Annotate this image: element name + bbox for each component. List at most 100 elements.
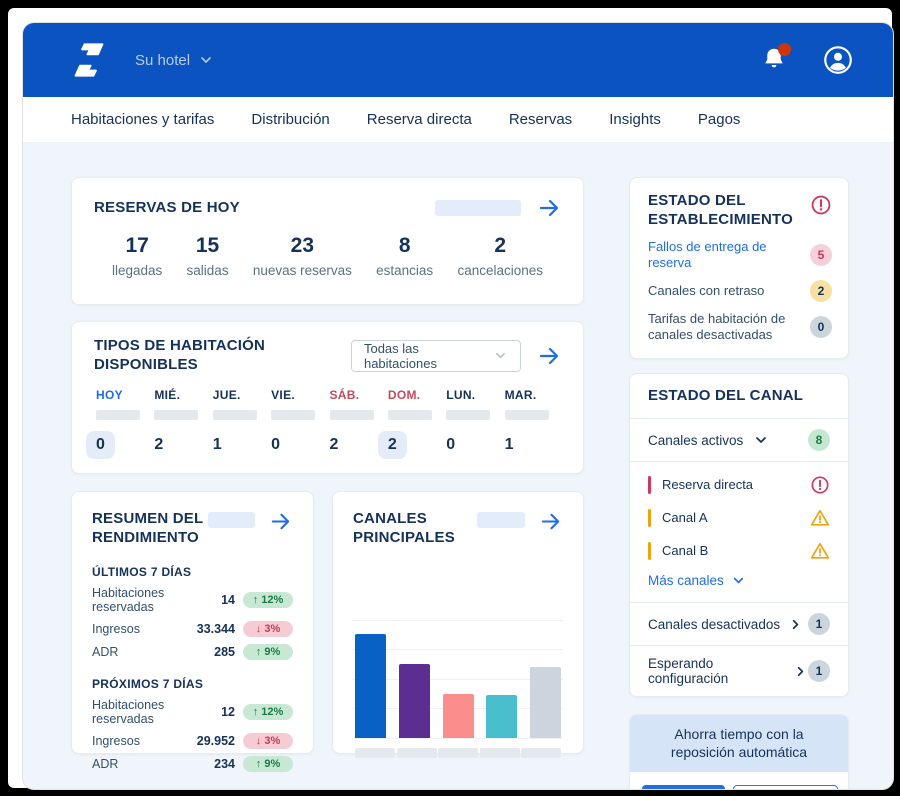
- alert-circle-icon: [810, 194, 832, 216]
- trend-badge: ↑ 9%: [243, 643, 293, 660]
- count-badge: 8: [808, 429, 830, 452]
- day-column: MAR. 1: [503, 388, 561, 459]
- dashboard-content: RESERVAS DE HOY 17 llegadas 15 salidas 2…: [23, 143, 893, 789]
- mas-informacion-button[interactable]: Más información: [733, 784, 839, 789]
- bar-channel-4: [486, 695, 518, 738]
- day-label: HOY: [96, 387, 123, 402]
- skeleton-pill: [208, 512, 255, 528]
- day-label: LUN.: [446, 387, 476, 402]
- kpi-row: ADR 234 ↑ 9%: [92, 755, 293, 772]
- skeleton-label: [438, 747, 478, 758]
- day-column: LUN. 0: [444, 388, 502, 459]
- day-label: MAR.: [504, 387, 537, 402]
- chevron-down-icon: [198, 52, 214, 68]
- nav-reservas[interactable]: Reservas: [509, 111, 572, 128]
- canales-activos-row[interactable]: Canales activos 8: [630, 419, 848, 461]
- day-availability: 2: [329, 435, 339, 453]
- trend-badge: ↓ 3%: [243, 732, 293, 749]
- alert-circle-icon: [810, 475, 830, 495]
- chevron-right-icon: [793, 664, 808, 679]
- main-nav: Habitaciones y tarifas Distribución Rese…: [23, 97, 893, 143]
- fallos-entrega-link[interactable]: Fallos de entrega de reserva: [648, 239, 810, 272]
- group-label: Canales activos: [648, 432, 744, 448]
- card-promo-reposicion: Ahorra tiempo con la reposición automáti…: [629, 714, 849, 789]
- chevron-down-icon: [753, 432, 769, 448]
- nav-reserva-directa[interactable]: Reserva directa: [367, 111, 472, 128]
- channel-canal-a[interactable]: Canal A: [648, 501, 830, 534]
- card-reservas-de-hoy: RESERVAS DE HOY 17 llegadas 15 salidas 2…: [71, 177, 584, 305]
- activar-ahora-button[interactable]: Activar ahora: [642, 784, 726, 789]
- count-badge: 0: [810, 316, 832, 339]
- room-filter-dropdown[interactable]: Todas las habitaciones: [350, 339, 521, 372]
- canales-desactivados-row[interactable]: Canales desactivados 1: [630, 603, 848, 645]
- stat-cancelaciones: 2 cancelaciones: [457, 234, 543, 278]
- skeleton-bar: [212, 409, 257, 420]
- channel-name: Reserva directa: [662, 477, 754, 493]
- stat-value: 15: [195, 234, 220, 257]
- kpi-label: ADR: [92, 644, 119, 659]
- app-panel: Su hotel Habitaciones y tarifas Distribu…: [22, 22, 894, 790]
- nav-insights[interactable]: Insights: [609, 111, 661, 128]
- trend-badge: ↓ 3%: [243, 620, 293, 637]
- card-title: ESTADO DEL ESTABLECIMIENTO: [648, 192, 793, 228]
- nav-habitaciones-y-tarifas[interactable]: Habitaciones y tarifas: [71, 111, 214, 128]
- card-resumen-rendimiento: RESUMEN DEL RENDIMIENTO ÚLTIMOS 7 DÍAS H…: [71, 491, 314, 772]
- arrow-right-icon[interactable]: [539, 510, 563, 534]
- channel-name: Canal B: [662, 543, 709, 559]
- arrow-right-icon[interactable]: [269, 510, 293, 534]
- nav-pagos[interactable]: Pagos: [698, 111, 741, 128]
- card-estado-canal: ESTADO DEL CANAL Canales activos 8 Reser…: [629, 372, 849, 698]
- day-label: JUE.: [212, 387, 241, 402]
- mas-canales-link[interactable]: Más canales: [648, 567, 830, 598]
- top-header: Su hotel: [23, 23, 893, 97]
- card-canales-principales: CANALES PRINCIPALES: [332, 491, 584, 758]
- arrow-right-icon[interactable]: [537, 196, 561, 220]
- kpi-value: 234: [214, 756, 235, 771]
- brand-logo-icon[interactable]: [71, 42, 107, 78]
- channel-reserva-directa[interactable]: Reserva directa: [648, 468, 830, 501]
- notifications-bell-icon[interactable]: [761, 43, 791, 74]
- kpi-value: 29.952: [196, 733, 235, 748]
- esperando-configuracion-row[interactable]: Esperando configuración 1: [630, 646, 848, 696]
- kpi-value: 33.344: [196, 621, 235, 636]
- skeleton-bar: [446, 409, 491, 420]
- group-label: Esperando configuración: [648, 656, 729, 687]
- stat-label: estancias: [376, 263, 434, 278]
- skeleton-label: [355, 747, 395, 758]
- card-title: RESERVAS DE HOY: [94, 198, 240, 216]
- stat-label: salidas: [186, 263, 229, 278]
- day-label: VIE.: [271, 387, 296, 402]
- card-tipos-habitacion: TIPOS DE HABITACIÓN DISPONIBLES Todas la…: [71, 321, 584, 474]
- group-label: Canales desactivados: [648, 616, 781, 632]
- hotel-selector[interactable]: Su hotel: [135, 52, 214, 69]
- kpi-label: Ingresos: [92, 621, 140, 636]
- channel-accent-bar: [648, 541, 651, 560]
- arrow-right-icon[interactable]: [537, 344, 561, 368]
- channel-accent-bar: [648, 475, 651, 494]
- count-badge: 1: [808, 660, 830, 683]
- skeleton-bar: [271, 409, 316, 420]
- warning-triangle-icon: [810, 541, 830, 561]
- skeleton-bar: [504, 409, 549, 420]
- day-availability: 0: [271, 435, 281, 453]
- stat-estancias: 8 estancias: [376, 234, 433, 278]
- stat-label: llegadas: [112, 263, 163, 278]
- kpi-label: ADR: [92, 756, 119, 771]
- day-availability: 1: [212, 435, 222, 453]
- card-title: ESTADO DEL CANAL: [648, 386, 804, 404]
- channel-canal-b[interactable]: Canal B: [648, 534, 830, 567]
- promo-title: Ahorra tiempo con la reposición automáti…: [630, 715, 848, 772]
- day-label: SÁB.: [329, 387, 360, 402]
- user-avatar-icon[interactable]: [823, 45, 853, 75]
- warning-triangle-icon: [810, 508, 830, 528]
- stat-label: nuevas reservas: [252, 263, 352, 278]
- stat-nuevas-reservas: 23 nuevas reservas: [253, 234, 352, 278]
- skeleton-bar: [96, 409, 140, 420]
- channel-name: Canal A: [662, 510, 708, 526]
- card-title: TIPOS DE HABITACIÓN DISPONIBLES: [94, 337, 266, 373]
- nav-distribucion[interactable]: Distribución: [251, 111, 329, 128]
- day-availability: 2: [154, 435, 164, 453]
- skeleton-bar: [387, 409, 432, 420]
- estab-item-fallos-entrega: Fallos de entrega de reserva 5: [648, 239, 832, 272]
- skeleton-label: [521, 747, 561, 758]
